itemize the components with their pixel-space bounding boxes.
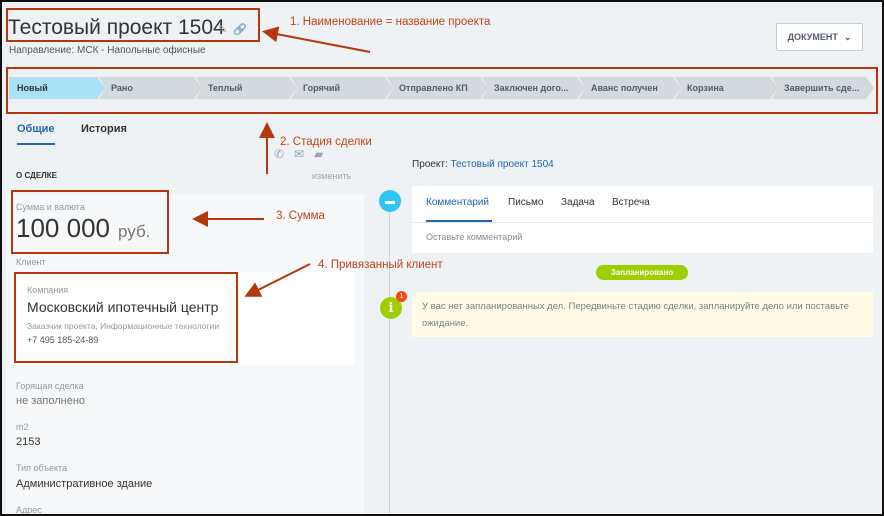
change-link[interactable]: изменить — [312, 171, 351, 181]
client-contact-actions: ✆ ✉ ▰ — [274, 147, 323, 161]
activity-editor: Комментарий Письмо Задача Встреча Оставь… — [412, 186, 873, 253]
field-value-object-type: Административное здание — [16, 478, 153, 490]
field-value-m2: 2153 — [16, 436, 41, 448]
tab-history[interactable]: История — [81, 123, 127, 135]
chat-icon[interactable]: ▰ — [314, 147, 323, 161]
envelope-icon[interactable]: ✉ — [294, 147, 304, 161]
annotation-box-title — [6, 8, 260, 42]
field-label-address: Адрес — [16, 505, 42, 515]
deal-direction: Направление: МСК - Напольные офисные — [9, 45, 206, 56]
active-tab-indicator — [17, 143, 55, 145]
tab-meeting[interactable]: Встреча — [612, 197, 650, 208]
timeline-line — [389, 192, 390, 514]
field-label-object-type: Тип объекта — [16, 463, 68, 473]
annotation-3: 3. Сумма — [276, 210, 325, 222]
tab-task[interactable]: Задача — [561, 197, 595, 208]
arrow-1 — [262, 26, 371, 53]
planned-badge: Запланировано — [596, 265, 688, 280]
project-link[interactable]: Тестовый проект 1504 — [451, 159, 554, 170]
tab-general[interactable]: Общие — [17, 123, 55, 135]
annotation-box-client — [14, 272, 238, 363]
annotation-1: 1. Наименование = название проекта — [290, 16, 491, 28]
document-button-label: ДОКУМЕНТ — [787, 32, 838, 42]
section-header: О СДЕЛКЕ изменить — [6, 160, 364, 194]
section-title: О СДЕЛКЕ — [16, 171, 57, 180]
comment-bubble-icon: ▬ — [379, 190, 401, 212]
field-label-hot-deal: Горящая сделка — [16, 381, 84, 391]
editor-divider — [412, 222, 873, 223]
deal-card-screenshot: Тестовый проект 1504 ✎ 🔗 Направление: МС… — [0, 0, 884, 516]
chevron-down-icon: ⌄ — [843, 31, 852, 42]
tab-email[interactable]: Письмо — [508, 197, 543, 208]
field-value-hot-deal: не заполнено — [16, 395, 86, 407]
comment-input[interactable]: Оставьте комментарий — [426, 232, 522, 242]
annotation-box-amount — [11, 190, 169, 254]
tab-comment[interactable]: Комментарий — [426, 197, 489, 208]
annotation-box-stages — [6, 67, 878, 114]
project-prefix: Проект: — [412, 159, 448, 170]
no-activities-notice: У вас нет запланированных дел. Передвинь… — [412, 292, 873, 337]
client-label: Клиент — [16, 257, 46, 267]
info-count-badge: 1 — [396, 291, 407, 302]
annotation-2: 2. Стадия сделки — [280, 136, 372, 148]
project-line: Проект: Тестовый проект 1504 — [412, 159, 554, 170]
document-button[interactable]: ДОКУМЕНТ ⌄ — [776, 23, 863, 51]
field-label-m2: m2 — [16, 422, 29, 432]
phone-icon[interactable]: ✆ — [274, 147, 284, 161]
annotation-4: 4. Привязанный клиент — [318, 259, 443, 271]
